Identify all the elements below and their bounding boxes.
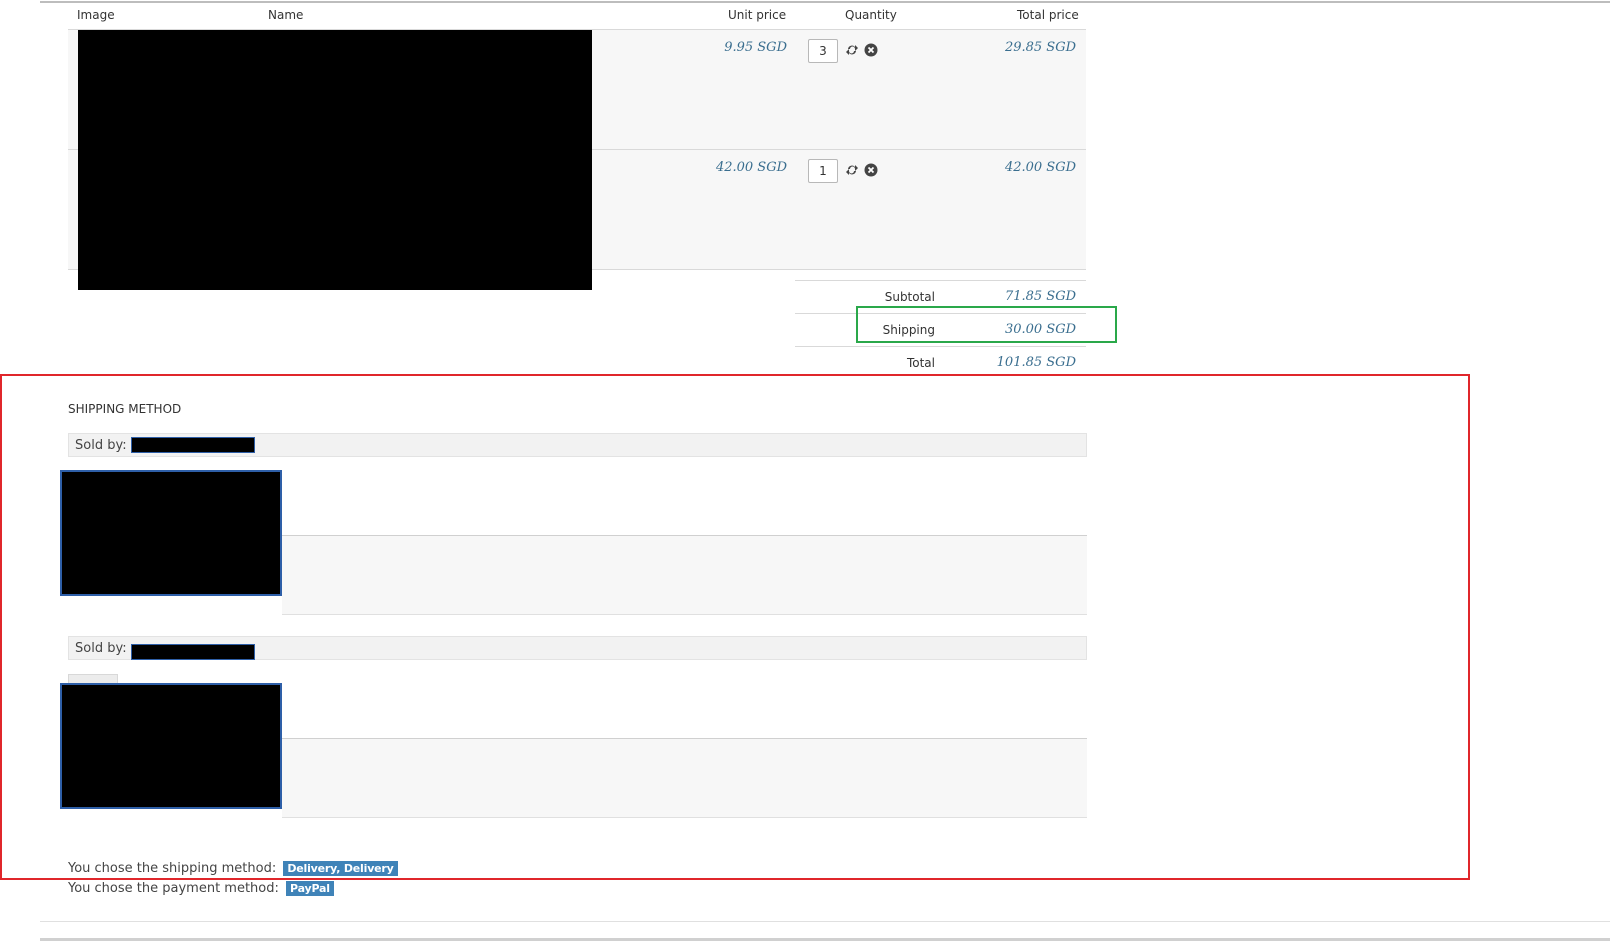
redacted-product-block: [78, 30, 592, 290]
remove-icon[interactable]: [864, 163, 878, 177]
sold-by-label: Sold by:: [75, 438, 127, 453]
row-1-unit-price: 9.95 SGD: [724, 40, 787, 55]
chosen-payment-badge: PayPal: [286, 881, 334, 896]
header-quantity: Quantity: [845, 8, 897, 22]
header-image: Image: [77, 8, 115, 22]
summary-divider: [795, 280, 1086, 281]
shipping-options-panel: [282, 738, 1087, 818]
header-name: Name: [268, 8, 304, 22]
subtotal-label: Subtotal: [884, 290, 935, 304]
shipping-options-panel: [282, 535, 1087, 615]
header-unit-price: Unit price: [728, 8, 787, 22]
total-value: 101.85 SGD: [996, 355, 1076, 370]
total-label: Total: [906, 356, 935, 370]
chosen-shipping-prefix: You chose the shipping method:: [68, 861, 277, 876]
top-border: [40, 1, 1610, 3]
row-2-quantity-input[interactable]: 1: [808, 159, 838, 183]
row-1-total-price: 29.85 SGD: [1004, 40, 1076, 55]
bottom-divider: [40, 921, 1610, 922]
chosen-payment-line: You chose the payment method: PayPal: [68, 881, 334, 896]
chosen-shipping-badge: Delivery, Delivery: [283, 861, 398, 876]
header-total-price: Total price: [1017, 8, 1079, 22]
redacted-seller-name: [131, 437, 255, 453]
refresh-icon[interactable]: [845, 43, 859, 57]
redacted-shipping-option: [60, 470, 282, 596]
shipping-method-heading: SHIPPING METHOD: [68, 402, 182, 416]
sold-by-label: Sold by:: [75, 641, 127, 656]
subtotal-value: 71.85 SGD: [1004, 289, 1076, 304]
shipping-highlight-box: [856, 306, 1117, 343]
redacted-seller-name: [131, 644, 255, 660]
bottom-border: [40, 938, 1610, 941]
remove-icon[interactable]: [864, 43, 878, 57]
summary-divider: [795, 346, 1086, 347]
redacted-shipping-option: [60, 683, 282, 809]
row-1-quantity-input[interactable]: 3: [808, 39, 838, 63]
refresh-icon[interactable]: [845, 163, 859, 177]
row-2-total-price: 42.00 SGD: [1004, 160, 1076, 175]
row-2-unit-price: 42.00 SGD: [715, 160, 787, 175]
chosen-payment-prefix: You chose the payment method:: [68, 881, 279, 896]
chosen-shipping-line: You chose the shipping method: Delivery,…: [68, 861, 398, 876]
